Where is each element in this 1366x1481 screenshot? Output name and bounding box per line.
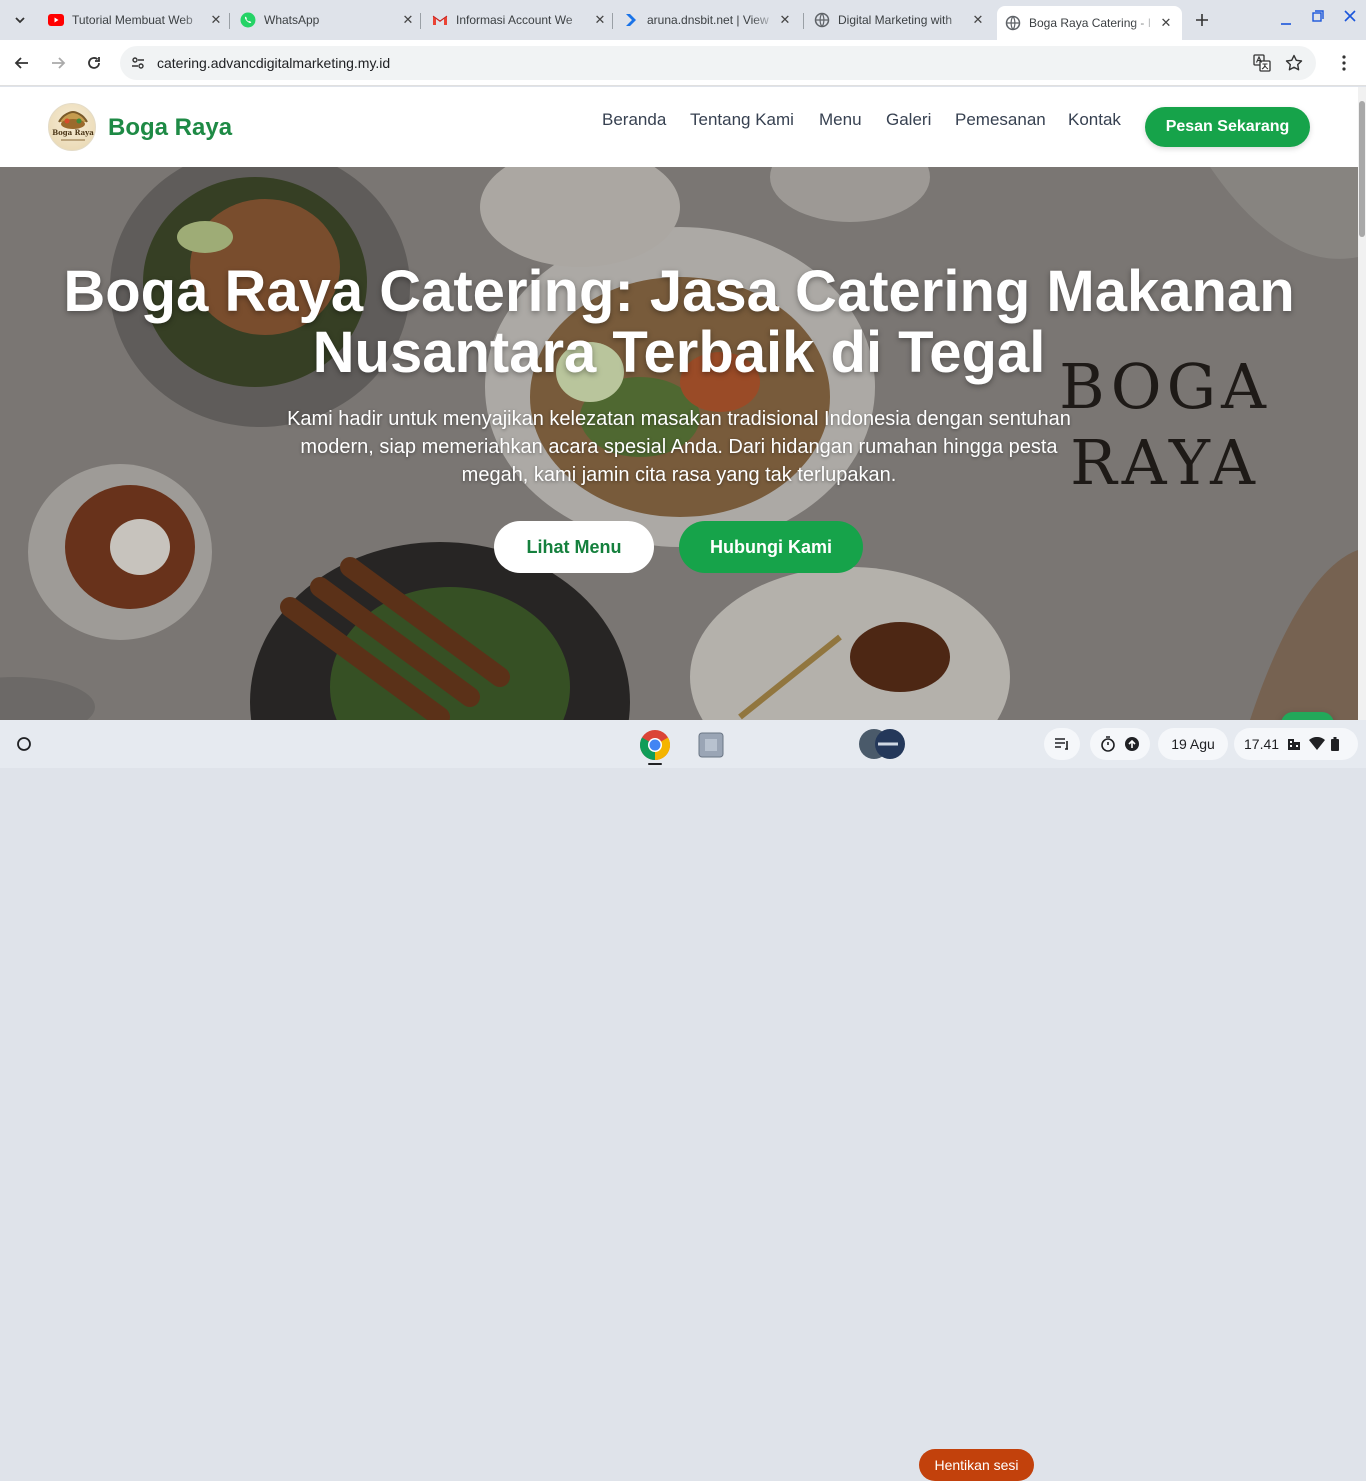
hero-section: Boga Raya Catering: Jasa Catering Makana…: [0, 167, 1358, 720]
chrome-app-icon[interactable]: [638, 728, 672, 762]
scrollbar-thumb[interactable]: [1359, 101, 1365, 237]
nav-menu[interactable]: Menu: [819, 110, 862, 130]
order-now-button[interactable]: Pesan Sekarang: [1145, 107, 1310, 147]
launcher-circle-icon: [17, 737, 31, 751]
watermark-line-1: BOGA: [1059, 350, 1271, 423]
tab-digital-marketing[interactable]: Digital Marketing with ✕: [814, 7, 986, 33]
aruna-icon: [623, 12, 639, 28]
minimize-button[interactable]: [1274, 8, 1298, 32]
site-navbar: Boga Raya Boga Raya Beranda Tentang Kami…: [0, 87, 1358, 167]
clock-text: 17.41: [1244, 736, 1280, 752]
hero-title-line-1: Boga Raya Catering: Jasa Catering Makana…: [63, 259, 1295, 324]
translate-icon[interactable]: [1253, 54, 1271, 77]
nav-tentang-kami[interactable]: Tentang Kami: [690, 110, 794, 130]
globe-icon: [1005, 15, 1021, 31]
site-logo[interactable]: Boga Raya: [48, 103, 96, 151]
screen-share-thumbnails[interactable]: [858, 728, 908, 760]
minimize-icon: [1281, 23, 1291, 25]
tab-title: Tutorial Membuat Web: [72, 13, 193, 27]
date-text: 19 Agu: [1171, 736, 1215, 752]
reload-button[interactable]: [82, 51, 106, 75]
tab-aruna[interactable]: aruna.dnsbit.net | View ✕: [623, 7, 793, 33]
browser-toolbar: catering.advancdigitalmarketing.my.id: [0, 40, 1366, 86]
view-menu-button[interactable]: Lihat Menu: [494, 521, 654, 573]
hero-subtitle: Kami hadir untuk menyajikan kelezatan ma…: [287, 408, 1071, 486]
wifi-icon: [1309, 737, 1326, 750]
tab-title: WhatsApp: [264, 13, 320, 27]
upload-icon: [1125, 737, 1139, 751]
gmail-icon: [432, 12, 448, 28]
whatsapp-float-button[interactable]: [1281, 712, 1334, 720]
close-tab-icon[interactable]: ✕: [400, 12, 416, 28]
nav-galeri[interactable]: Galeri: [886, 110, 931, 130]
playlist-icon: [1055, 738, 1068, 750]
url-text: catering.advancdigitalmarketing.my.id: [157, 55, 391, 71]
bookmark-star-icon[interactable]: [1285, 54, 1303, 77]
boga-raya-watermark: BOGA RAYA: [1055, 349, 1275, 501]
watermark-line-2: RAYA: [1070, 426, 1260, 499]
battery-icon: [1331, 737, 1340, 751]
close-window-button[interactable]: [1338, 4, 1362, 28]
back-button[interactable]: [10, 51, 34, 75]
chevron-down-icon: [15, 17, 25, 24]
new-tab-button[interactable]: [1190, 8, 1214, 32]
arrow-left-icon: [14, 57, 28, 69]
tab-strip: Tutorial Membuat Web ✕ WhatsApp ✕ Inform…: [0, 0, 1366, 40]
more-vert-icon: [1342, 55, 1346, 71]
close-tab-icon[interactable]: ✕: [1158, 15, 1174, 31]
tab-gmail[interactable]: Informasi Account We ✕: [432, 7, 608, 33]
tab-title: Digital Marketing with: [838, 13, 953, 27]
timer-icon: [1101, 736, 1115, 752]
enterprise-icon: [1288, 739, 1301, 750]
tab-title: Informasi Account We: [456, 13, 573, 27]
plus-icon: [1196, 14, 1208, 26]
site-settings-icon[interactable]: [130, 55, 146, 76]
logo-text: Boga Raya: [52, 128, 94, 137]
web-page: Boga Raya Boga Raya Beranda Tentang Kami…: [0, 87, 1358, 720]
tab-title: Boga Raya Catering - I: [1029, 16, 1152, 30]
tab-tutorial[interactable]: Tutorial Membuat Web ✕: [48, 7, 224, 33]
close-icon: [1344, 10, 1356, 22]
page-scrollbar[interactable]: [1358, 87, 1366, 720]
restore-icon: [1312, 10, 1324, 22]
tray-timer-download[interactable]: [1090, 728, 1150, 760]
launcher-button[interactable]: [8, 728, 40, 760]
close-tab-icon[interactable]: ✕: [208, 12, 224, 28]
tab-title: aruna.dnsbit.net | View: [647, 13, 769, 27]
arrow-right-icon: [52, 57, 66, 69]
contact-us-button[interactable]: Hubungi Kami: [679, 521, 863, 573]
close-tab-icon[interactable]: ✕: [592, 12, 608, 28]
youtube-icon: [48, 12, 64, 28]
nav-pemesanan[interactable]: Pemesanan: [955, 110, 1046, 130]
tab-boga-raya-active[interactable]: Boga Raya Catering - I ✕: [997, 6, 1182, 40]
nav-kontak[interactable]: Kontak: [1068, 110, 1121, 130]
tab-search-button[interactable]: [8, 8, 32, 32]
stop-session-button[interactable]: Hentikan sesi: [919, 1449, 1034, 1481]
status-tray[interactable]: 17.41: [1234, 728, 1358, 760]
nav-beranda[interactable]: Beranda: [602, 110, 666, 130]
brand-name[interactable]: Boga Raya: [108, 114, 232, 142]
os-shelf: Hentikan sesi 19 Agu 17.41: [0, 720, 1366, 1481]
browser-menu-button[interactable]: [1332, 51, 1356, 75]
tab-whatsapp[interactable]: WhatsApp ✕: [240, 7, 416, 33]
clipboard-button[interactable]: [1044, 728, 1080, 760]
forward-button[interactable]: [46, 51, 70, 75]
date-display[interactable]: 19 Agu: [1158, 728, 1228, 760]
close-tab-icon[interactable]: ✕: [970, 12, 986, 28]
files-app-icon[interactable]: [697, 731, 724, 758]
globe-icon: [814, 12, 830, 28]
reload-icon: [88, 57, 100, 69]
restore-button[interactable]: [1306, 4, 1330, 28]
close-tab-icon[interactable]: ✕: [777, 12, 793, 28]
address-bar[interactable]: catering.advancdigitalmarketing.my.id: [120, 46, 1316, 80]
whatsapp-icon: [240, 12, 256, 28]
